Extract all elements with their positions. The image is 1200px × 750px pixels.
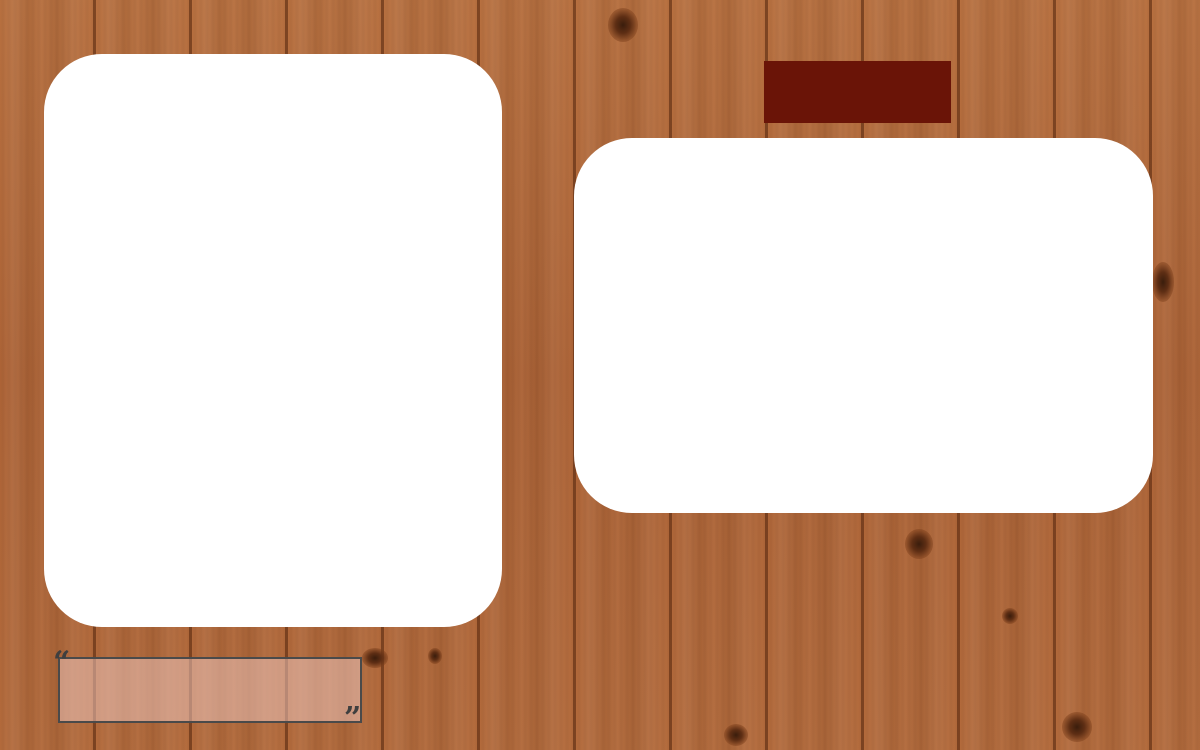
wood-knot — [1062, 712, 1092, 742]
title-tag — [764, 61, 951, 123]
wood-knot — [905, 529, 933, 559]
wood-knot — [428, 648, 442, 664]
wood-knot — [608, 8, 638, 42]
open-quote-icon: “ — [53, 645, 71, 680]
quote-box — [58, 657, 362, 723]
wood-knot — [724, 724, 748, 746]
wood-knot — [1002, 608, 1018, 624]
portrait-photo-frame — [44, 54, 502, 627]
close-quote-icon: ” — [344, 701, 362, 736]
wood-knot — [1152, 262, 1174, 302]
landscape-photo-frame — [574, 138, 1153, 513]
wood-knot — [362, 648, 388, 668]
